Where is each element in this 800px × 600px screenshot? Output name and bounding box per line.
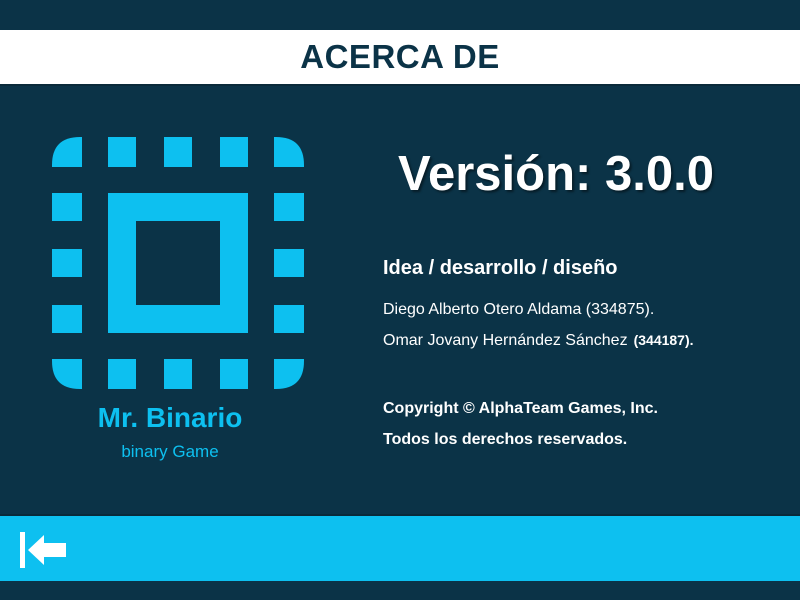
credits-heading: Idea / desarrollo / diseño [383, 257, 618, 279]
copyright-line: Copyright © AlphaTeam Games, Inc. [383, 400, 658, 417]
app-subtitle: binary Game [121, 442, 219, 461]
chip-icon [52, 137, 304, 389]
back-to-start-arrow-icon [20, 532, 66, 568]
header-bar: ACERCA DE [0, 30, 800, 86]
credit-id: (344187). [633, 332, 694, 348]
version-label: Versión: 3.0.0 [398, 147, 714, 201]
footer-bar [0, 514, 800, 581]
credit-line-1: Diego Alberto Otero Aldama (334875). [383, 301, 655, 318]
app-name: Mr. Binario [97, 402, 243, 433]
page-title: ACERCA DE [300, 38, 500, 75]
credit-name: Omar Jovany Hernández Sánchez [383, 332, 628, 349]
credit-line-2: Omar Jovany Hernández Sánchez (344187). [383, 332, 694, 350]
rights-reserved-line: Todos los derechos reservados. [383, 431, 628, 448]
back-button[interactable] [14, 528, 74, 572]
